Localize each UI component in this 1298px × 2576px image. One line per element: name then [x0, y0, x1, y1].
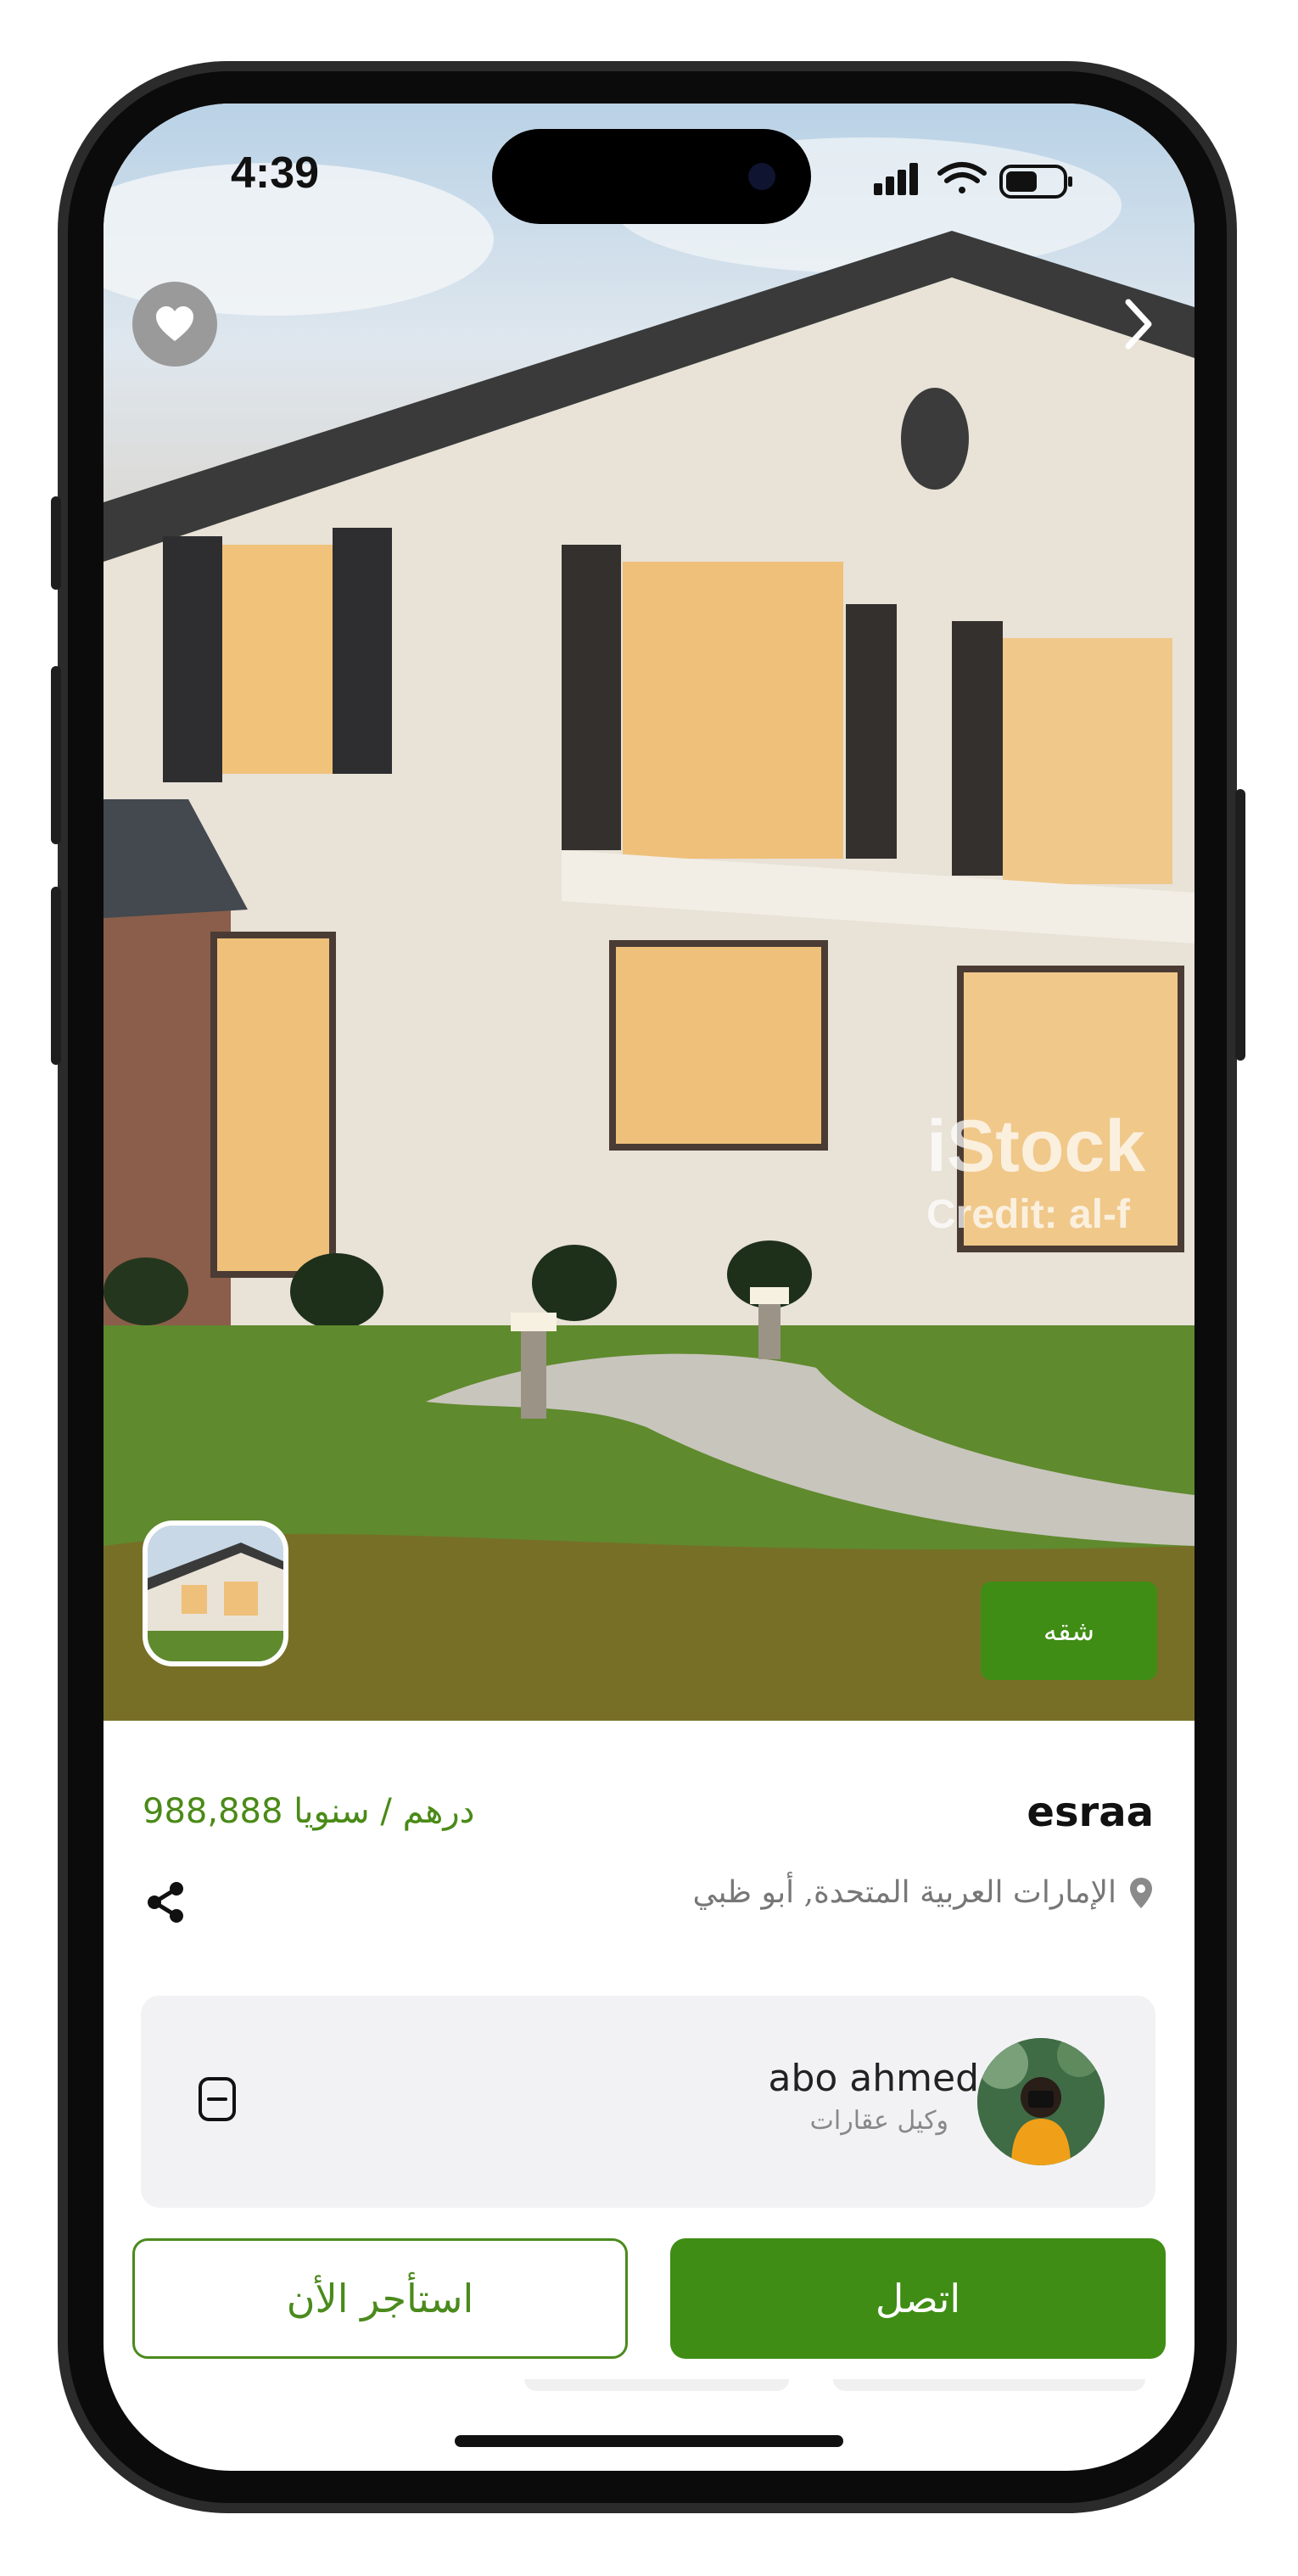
image-watermark-credit: Credit: al-f [926, 1192, 1130, 1237]
heart-icon [156, 306, 193, 341]
power-button [1235, 789, 1245, 1061]
agent-avatar-image [977, 2038, 1105, 2165]
wifi-icon [937, 162, 987, 193]
status-icons [874, 154, 1094, 205]
status-time: 4:39 [231, 148, 320, 198]
volume-up-button [51, 666, 61, 844]
menu-minus-icon [199, 2077, 236, 2121]
call-button[interactable]: اتصل [670, 2238, 1166, 2359]
listing-price: 988,888 درهم / سنويا [143, 1792, 475, 1831]
thumbnail-house-image [148, 1526, 283, 1661]
image-thumbnail[interactable] [143, 1520, 288, 1666]
share-button[interactable] [141, 1877, 192, 1928]
share-icon [148, 1882, 183, 1923]
image-watermark-brand: iStock [926, 1106, 1146, 1187]
phone-screen: iStock Credit: al-f 4:39 شقه 988,888 دره… [104, 104, 1194, 2471]
location-text: الإمارات العربية المتحدة, أبو ظبي [692, 1875, 1116, 1910]
avatar[interactable] [977, 2038, 1105, 2165]
next-image-button[interactable] [1105, 290, 1172, 358]
chevron-right-icon [1125, 299, 1152, 350]
volume-down-button [51, 887, 61, 1065]
battery-icon [999, 165, 1072, 199]
listing-title: esraa [1027, 1789, 1154, 1836]
property-image[interactable]: iStock Credit: al-f [104, 104, 1194, 1721]
agent-options-button[interactable] [193, 2075, 241, 2123]
listing-location: الإمارات العربية المتحدة, أبو ظبي [693, 1875, 1154, 1910]
action-button [51, 496, 61, 590]
signal-icon [874, 163, 918, 195]
property-type-badge: شقه [981, 1582, 1157, 1680]
peek-card-right [833, 2379, 1145, 2391]
home-indicator[interactable] [455, 2435, 843, 2447]
favorite-button[interactable] [132, 282, 217, 367]
rent-now-button[interactable]: استأجر الأن [132, 2238, 628, 2359]
agent-role: وكيل عقارات [809, 2106, 948, 2136]
location-pin-icon [1130, 1877, 1152, 1908]
agent-name: abo ahmed [768, 2057, 979, 2100]
peek-card-left [524, 2379, 789, 2391]
front-camera [748, 163, 775, 190]
house-illustration [104, 137, 1194, 1721]
